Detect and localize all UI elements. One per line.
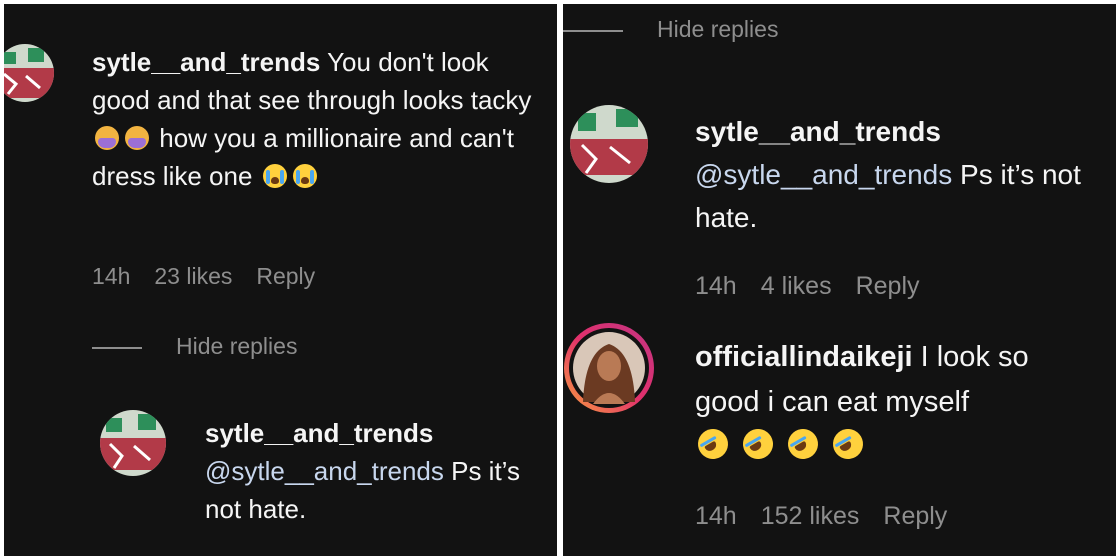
woman-facepalming-icon <box>125 126 149 150</box>
comment-meta: 14h 4 likes Reply <box>695 272 944 301</box>
comment-time: 14h <box>695 502 737 530</box>
comment-body: officiallindaikeji I look so good i can … <box>692 335 1095 470</box>
reply-username[interactable]: sytle__and_trends <box>205 418 433 448</box>
comment-meta: 14h 152 likes Reply <box>695 502 971 531</box>
loudly-crying-face-icon <box>292 164 317 188</box>
rolling-on-floor-laughing-icon <box>782 423 824 465</box>
story-ring-avatar[interactable] <box>563 322 655 414</box>
reply-button[interactable]: Reply <box>256 263 315 289</box>
loudly-crying-face-icon <box>262 164 287 188</box>
user-avatar[interactable] <box>4 44 54 102</box>
comment-time: 14h <box>92 263 131 289</box>
hide-replies-label[interactable]: Hide replies <box>176 333 297 359</box>
hide-replies-toggle[interactable]: Hide replies <box>92 333 297 360</box>
hide-replies-toggle[interactable]: Hide replies <box>563 16 778 43</box>
reply-body: sytle__and_trends @sytle__and_trends Ps … <box>205 414 525 528</box>
hide-replies-label[interactable]: Hide replies <box>657 16 778 42</box>
comment-time: 14h <box>695 272 737 300</box>
user-avatar[interactable] <box>100 410 166 476</box>
comment-username[interactable]: sytle__and_trends <box>92 47 320 77</box>
woman-facepalming-icon <box>95 126 119 150</box>
comment-likes[interactable]: 23 likes <box>154 263 232 289</box>
divider-line <box>563 29 623 32</box>
comment-likes[interactable]: 4 likes <box>761 272 832 300</box>
comments-panel-left: sytle__and_trends You don't look good an… <box>4 4 557 556</box>
reply-button[interactable]: Reply <box>883 502 947 530</box>
comment-username[interactable]: officiallindaikeji <box>695 341 913 373</box>
divider-line <box>92 346 142 349</box>
user-avatar[interactable] <box>570 105 648 183</box>
reply-username[interactable]: sytle__and_trends <box>695 116 941 147</box>
reply-mention[interactable]: @sytle__and_trends <box>695 159 952 190</box>
reply-mention[interactable]: @sytle__and_trends <box>205 456 444 486</box>
comment-likes[interactable]: 152 likes <box>761 502 860 530</box>
reply-button[interactable]: Reply <box>856 272 920 300</box>
comments-panel-right: Hide replies sytle__and_trends @sytle__a… <box>563 4 1116 556</box>
rolling-on-floor-laughing-icon <box>692 423 734 465</box>
reply-body: sytle__and_trends @sytle__and_trends Ps … <box>695 110 1085 239</box>
comment-meta: 14h 23 likes Reply <box>92 263 339 290</box>
rolling-on-floor-laughing-icon <box>737 423 779 465</box>
comment-body: sytle__and_trends You don't look good an… <box>92 43 532 195</box>
rolling-on-floor-laughing-icon <box>827 423 869 465</box>
